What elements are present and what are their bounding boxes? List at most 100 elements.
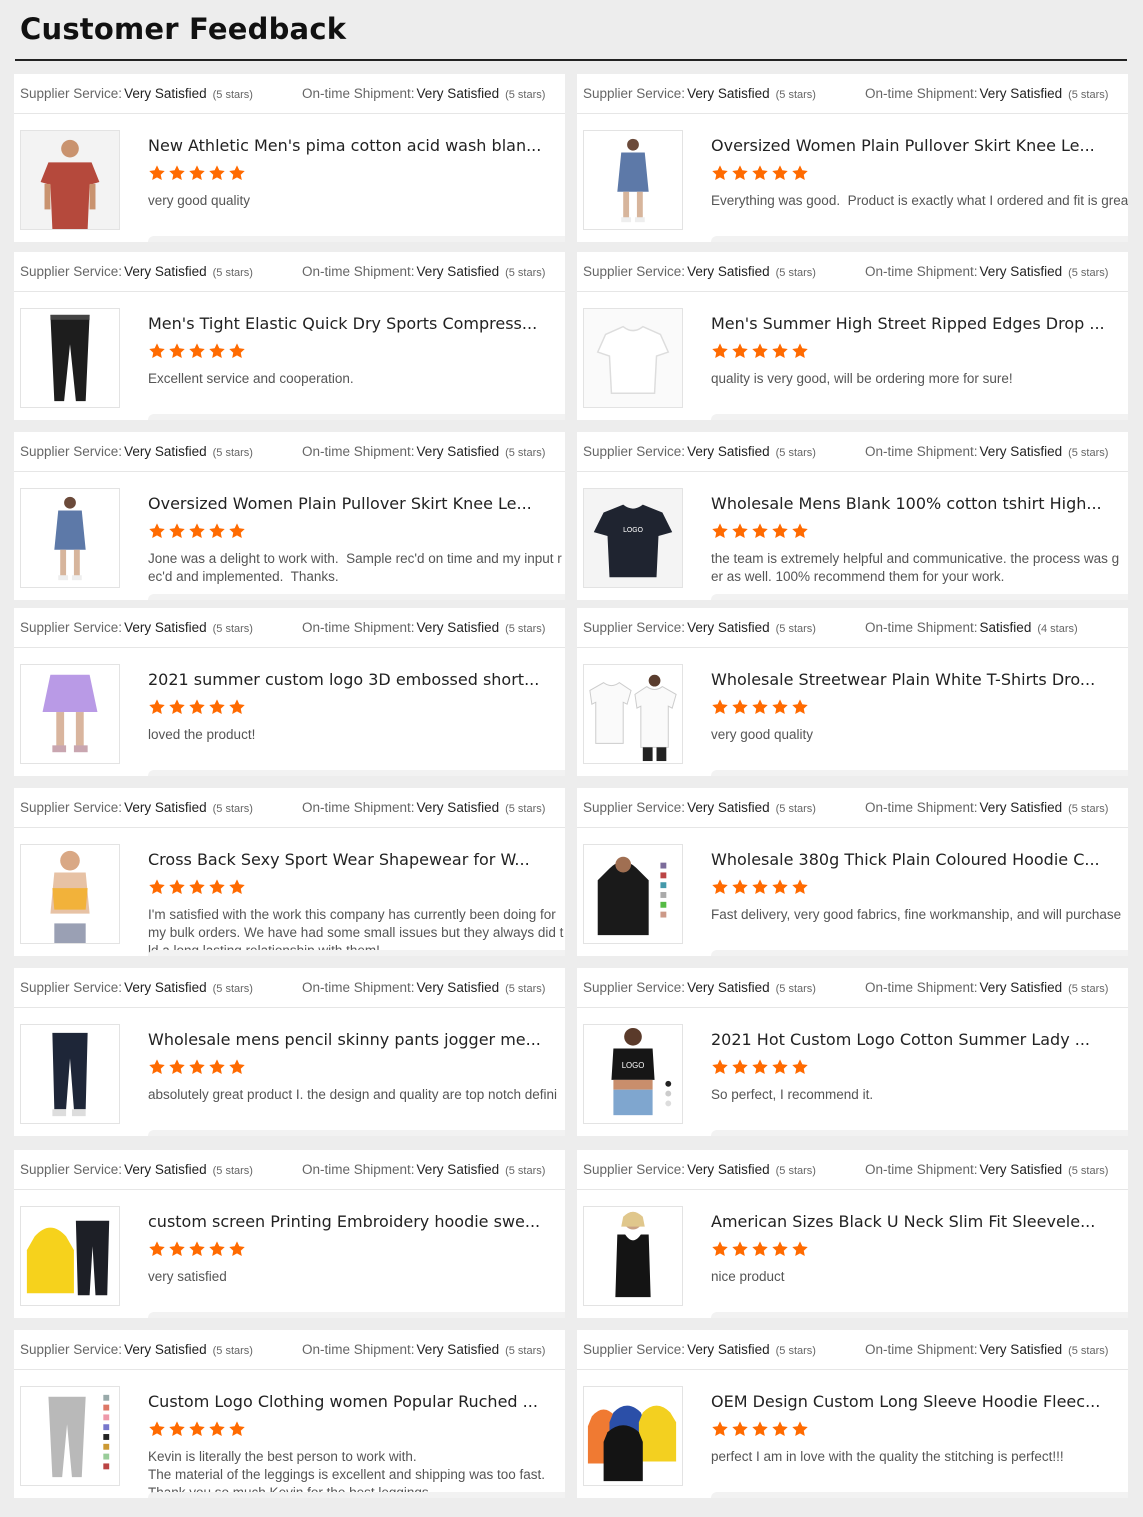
star-icon [189, 879, 205, 895]
review-card[interactable]: Supplier Service: Very Satisfied (5 stars)… [14, 432, 565, 600]
product-title-link[interactable]: American Sizes Black U Neck Slim Fit Sle… [711, 1212, 1106, 1231]
product-title-link[interactable]: 2021 Hot Custom Logo Cotton Summer Lady … [711, 1030, 1106, 1049]
supplier-service-label: Supplier Service: [20, 264, 123, 279]
product-thumbnail[interactable]: LOGO [583, 1024, 683, 1124]
star-icon [169, 1421, 185, 1437]
ontime-shipment-label: On-time Shipment: [865, 264, 978, 279]
review-card[interactable]: Supplier Service: Very Satisfied (5 stars)… [14, 788, 565, 956]
supplier-service-label: Supplier Service: [583, 1162, 686, 1177]
product-thumbnail[interactable]: LOGO [583, 488, 683, 588]
review-text: Everything was good. Product is exactly … [711, 193, 1128, 208]
product-thumbnail[interactable] [583, 844, 683, 944]
ontime-shipment-stars: (5 stars) [505, 447, 546, 459]
review-ratings-header: Supplier Service: Very Satisfied (5 stars)… [14, 432, 565, 472]
star-icon [792, 343, 808, 359]
star-icon [169, 1241, 185, 1257]
product-title-link[interactable]: Cross Back Sexy Sport Wear Shapewear for… [148, 850, 543, 869]
star-icon [712, 165, 728, 181]
supplier-service-stars: (5 stars) [775, 267, 816, 279]
product-title-link[interactable]: Wholesale Streetwear Plain White T-Shirt… [711, 670, 1106, 689]
ontime-shipment-stars: (5 stars) [505, 1345, 546, 1357]
review-card[interactable]: Supplier Service: Very Satisfied (5 stars)… [14, 1330, 565, 1498]
supplier-service-value: Very Satisfied [124, 444, 207, 459]
supplier-service-label: Supplier Service: [583, 86, 686, 101]
white-tshirt-image [584, 309, 682, 407]
review-card[interactable]: Supplier Service: Very Satisfied (5 stars)… [14, 74, 565, 242]
review-text: the team is extremely helpful and commun… [711, 551, 1120, 584]
product-thumbnail[interactable] [583, 1386, 683, 1486]
product-title-link[interactable]: Wholesale Mens Blank 100% cotton tshirt … [711, 494, 1106, 513]
star-icon [229, 523, 245, 539]
review-card[interactable]: Supplier Service: Very Satisfied (5 stars)… [577, 968, 1128, 1136]
review-star-rating [711, 522, 809, 544]
review-card[interactable]: Supplier Service: Very Satisfied (5 stars)… [577, 608, 1128, 776]
review-card[interactable]: Supplier Service: Very Satisfied (5 stars)… [577, 74, 1128, 242]
ontime-shipment-value: Very Satisfied [979, 800, 1063, 815]
product-thumbnail[interactable] [20, 130, 120, 230]
ontime-shipment-rating: On-time Shipment: Very Satisfied (5 stars) [865, 264, 1108, 279]
supplier-service-stars: (5 stars) [775, 447, 816, 459]
product-title-link[interactable]: New Athletic Men's pima cotton acid wash… [148, 136, 543, 155]
star-icon [229, 879, 245, 895]
product-thumbnail[interactable] [20, 488, 120, 588]
product-thumbnail[interactable] [20, 308, 120, 408]
product-title-link[interactable]: Men's Tight Elastic Quick Dry Sports Com… [148, 314, 543, 333]
review-card[interactable]: Supplier Service: Very Satisfied (5 stars)… [14, 252, 565, 420]
product-title-link[interactable]: Oversized Women Plain Pullover Skirt Kne… [148, 494, 543, 513]
supplier-service-rating: Supplier Service: Very Satisfied (5 stars) [583, 264, 816, 279]
product-thumbnail[interactable] [583, 308, 683, 408]
ontime-shipment-rating: On-time Shipment: Very Satisfied (5 stars) [302, 800, 545, 815]
review-text: nice product [711, 1269, 785, 1284]
white-tshirts-men-image [584, 665, 682, 763]
review-card[interactable]: Supplier Service: Very Satisfied (5 stars)… [14, 608, 565, 776]
supplier-service-value: Very Satisfied [687, 980, 770, 995]
ontime-shipment-label: On-time Shipment: [302, 620, 415, 635]
review-card[interactable]: Supplier Service: Very Satisfied (5 stars)… [14, 968, 565, 1136]
review-card[interactable]: Supplier Service: Very Satisfied (5 stars)… [577, 432, 1128, 600]
supplier-service-stars: (5 stars) [775, 983, 816, 995]
ontime-shipment-rating: On-time Shipment: Very Satisfied (5 stars) [865, 1342, 1108, 1357]
product-title-link[interactable]: Men's Summer High Street Ripped Edges Dr… [711, 314, 1106, 333]
product-title-link[interactable]: custom screen Printing Embroidery hoodie… [148, 1212, 543, 1231]
star-icon [229, 165, 245, 181]
product-thumbnail[interactable] [20, 1206, 120, 1306]
star-icon [712, 523, 728, 539]
review-text: very satisfied [148, 1269, 227, 1284]
review-card[interactable]: Supplier Service: Very Satisfied (5 stars)… [14, 1150, 565, 1318]
star-icon [752, 879, 768, 895]
product-thumbnail[interactable] [583, 1206, 683, 1306]
product-thumbnail[interactable] [583, 130, 683, 230]
product-title-link[interactable]: Wholesale 380g Thick Plain Coloured Hood… [711, 850, 1106, 869]
supplier-service-value: Very Satisfied [687, 444, 770, 459]
star-icon [149, 1421, 165, 1437]
ontime-shipment-value: Satisfied [979, 620, 1032, 635]
review-card[interactable]: Supplier Service: Very Satisfied (5 stars)… [577, 1330, 1128, 1498]
ontime-shipment-value: Very Satisfied [416, 444, 500, 459]
black-crop-top-image: LOGO [584, 1025, 682, 1123]
review-ratings-header: Supplier Service: Very Satisfied (5 stars)… [14, 1330, 565, 1370]
product-thumbnail[interactable] [583, 664, 683, 764]
product-thumbnail[interactable] [20, 1386, 120, 1486]
review-ratings-header: Supplier Service: Very Satisfied (5 stars)… [14, 968, 565, 1008]
product-title-link[interactable]: OEM Design Custom Long Sleeve Hoodie Fle… [711, 1392, 1106, 1411]
review-card[interactable]: Supplier Service: Very Satisfied (5 stars)… [577, 252, 1128, 420]
product-thumbnail[interactable] [20, 1024, 120, 1124]
review-card[interactable]: Supplier Service: Very Satisfied (5 stars)… [577, 1150, 1128, 1318]
review-ratings-header: Supplier Service: Very Satisfied (5 stars)… [14, 608, 565, 648]
review-star-rating [148, 1058, 246, 1080]
product-title-link[interactable]: Oversized Women Plain Pullover Skirt Kne… [711, 136, 1106, 155]
supplier-service-stars: (5 stars) [775, 1345, 816, 1357]
review-card[interactable]: Supplier Service: Very Satisfied (5 stars)… [577, 788, 1128, 956]
star-icon [732, 879, 748, 895]
star-icon [209, 1421, 225, 1437]
product-title-link[interactable]: Wholesale mens pencil skinny pants jogge… [148, 1030, 543, 1049]
card-footer [711, 236, 1128, 242]
navy-logo-tshirt-image: LOGO [584, 489, 682, 587]
product-thumbnail[interactable] [20, 664, 120, 764]
ontime-shipment-stars: (5 stars) [1068, 803, 1109, 815]
ontime-shipment-label: On-time Shipment: [302, 264, 415, 279]
product-title-link[interactable]: Custom Logo Clothing women Popular Ruche… [148, 1392, 543, 1411]
product-title-link[interactable]: 2021 summer custom logo 3D embossed shor… [148, 670, 543, 689]
product-thumbnail[interactable] [20, 844, 120, 944]
star-icon [752, 1241, 768, 1257]
